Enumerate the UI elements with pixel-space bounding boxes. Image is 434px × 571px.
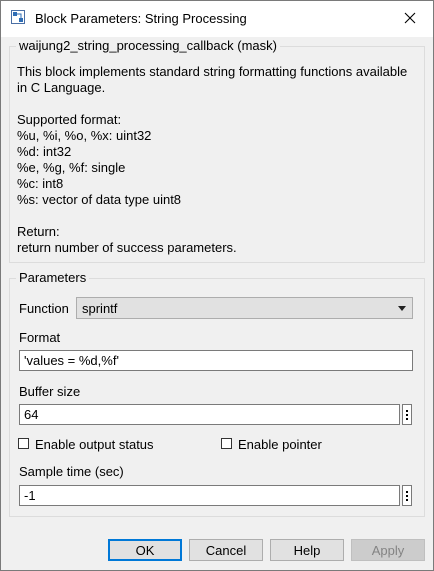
description-line: Supported format: — [17, 112, 122, 127]
sample-time-label: Sample time (sec) — [19, 464, 124, 479]
sample-time-input[interactable]: -1 — [19, 485, 400, 506]
simulink-block-icon — [11, 10, 25, 24]
description-line: %u, %i, %o, %x: uint32 — [17, 128, 152, 143]
dot-icon — [406, 413, 408, 416]
ok-button-label: OK — [135, 542, 155, 558]
description-line: %c: int8 — [17, 176, 64, 191]
buffer-size-value: 64 — [24, 407, 39, 422]
format-label: Format — [19, 330, 61, 345]
dot-icon — [406, 417, 408, 420]
buffer-size-input[interactable]: 64 — [19, 404, 400, 425]
dot-icon — [406, 409, 408, 412]
format-value: 'values = %d,%f' — [24, 353, 119, 368]
title-bar[interactable]: Block Parameters: String Processing — [1, 1, 433, 37]
enable-output-status-label[interactable]: Enable output status — [35, 437, 154, 452]
description-line: return number of success parameters. — [17, 240, 237, 255]
dot-icon — [406, 490, 408, 493]
description-line: Return: — [17, 224, 60, 239]
ok-button[interactable]: OK — [108, 539, 182, 561]
description-line: %d: int32 — [17, 144, 72, 159]
description-line: %e, %g, %f: single — [17, 160, 126, 175]
buffer-size-label: Buffer size — [19, 384, 81, 399]
sample-time-value: -1 — [24, 488, 36, 503]
cancel-button[interactable]: Cancel — [189, 539, 263, 561]
function-label: Function — [19, 301, 69, 316]
function-dropdown[interactable]: sprintf — [76, 297, 413, 319]
description-line: %s: vector of data type uint8 — [17, 192, 182, 207]
mask-legend: waijung2_string_processing_callback (mas… — [16, 38, 280, 53]
cancel-button-label: Cancel — [205, 542, 247, 558]
apply-button-label: Apply — [371, 542, 405, 558]
enable-pointer-checkbox[interactable] — [221, 438, 232, 449]
function-value: sprintf — [82, 301, 118, 316]
enable-output-status-checkbox[interactable] — [18, 438, 29, 449]
enable-pointer-label[interactable]: Enable pointer — [238, 437, 322, 452]
description-line: in C Language. — [17, 80, 106, 95]
format-input[interactable]: 'values = %d,%f' — [19, 350, 413, 371]
description-line: This block implements standard string fo… — [17, 64, 408, 79]
close-icon — [404, 12, 416, 27]
chevron-down-icon — [398, 306, 406, 311]
close-button[interactable] — [387, 1, 433, 37]
dialog-window: Block Parameters: String Processing waij… — [0, 0, 434, 571]
help-button[interactable]: Help — [270, 539, 344, 561]
dot-icon — [406, 494, 408, 497]
parameters-legend: Parameters — [16, 270, 90, 285]
sample-time-menu-button[interactable] — [402, 485, 412, 506]
help-button-label: Help — [293, 542, 321, 558]
dot-icon — [406, 498, 408, 501]
buffer-size-menu-button[interactable] — [402, 404, 412, 425]
apply-button[interactable]: Apply — [351, 539, 425, 561]
window-title: Block Parameters: String Processing — [35, 11, 247, 26]
